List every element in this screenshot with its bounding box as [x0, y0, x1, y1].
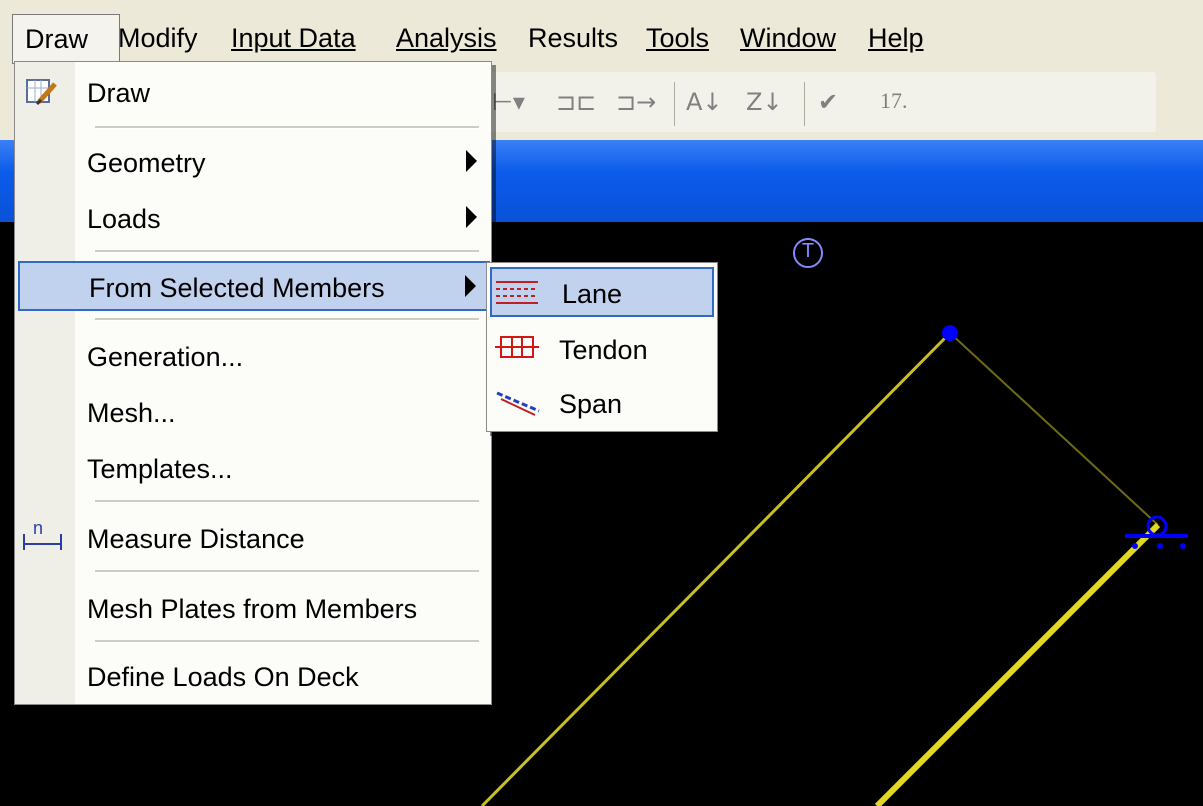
menu-item-templates-label: Templates...: [87, 454, 233, 484]
menu-separator: [95, 500, 479, 503]
menu-draw[interactable]: Draw: [12, 14, 120, 64]
submenu-arrow-icon: [466, 150, 477, 172]
sort-descending-icon[interactable]: Z↓: [746, 88, 783, 116]
menu-item-measure-label: Measure Distance: [87, 524, 305, 554]
toolbar-number: 17.: [880, 88, 908, 113]
check-icon[interactable]: ✔: [818, 88, 838, 116]
menu-analysis[interactable]: Analysis: [396, 14, 497, 62]
submenu-item-span-label: Span: [559, 389, 623, 419]
submenu-arrow-icon: [465, 275, 476, 297]
menu-item-mesh-plates[interactable]: Mesh Plates from Members: [15, 582, 491, 634]
menu-separator: [95, 570, 479, 573]
menu-results[interactable]: Results: [528, 14, 618, 62]
menu-results-label: Results: [528, 23, 619, 53]
menu-item-mesh[interactable]: Mesh...: [15, 386, 491, 438]
tendon-icon: [495, 336, 539, 358]
menu-modify-label: Modify: [118, 23, 198, 53]
menu-separator: [95, 250, 479, 253]
menu-item-geometry[interactable]: Geometry: [15, 136, 491, 188]
menu-draw-label: Draw: [25, 24, 89, 54]
connect-tool-icon[interactable]: ⊐⊏: [556, 88, 596, 116]
menu-item-from-selected-members[interactable]: From Selected Members: [18, 261, 490, 311]
menu-separator: [95, 318, 479, 321]
menu-item-draw[interactable]: Draw: [15, 62, 491, 124]
from-selected-submenu: Lane Tendon Span: [486, 262, 718, 432]
submenu-item-span[interactable]: Span: [487, 377, 717, 429]
menu-item-define-loads-label: Define Loads On Deck: [87, 662, 359, 692]
lane-icon: [496, 281, 538, 304]
menu-tools-label: Tools: [646, 23, 710, 53]
axis-symbol: T: [801, 240, 815, 262]
menu-item-mesh-plates-label: Mesh Plates from Members: [87, 594, 418, 624]
menu-item-loads[interactable]: Loads: [15, 192, 491, 244]
menu-analysis-label: Analysis: [396, 23, 497, 53]
menu-help[interactable]: Help: [868, 14, 924, 62]
menu-item-draw-label: Draw: [87, 78, 151, 108]
menu-item-measure-distance[interactable]: n Measure Distance: [15, 512, 491, 564]
menu-modify[interactable]: Modify: [118, 14, 198, 62]
span-icon: [496, 391, 540, 416]
menu-item-define-loads[interactable]: Define Loads On Deck: [15, 650, 491, 702]
menu-item-loads-label: Loads: [87, 204, 161, 234]
toolbar-separator: [804, 82, 805, 126]
menu-bar: Draw Modify Input Data Analysis Results …: [0, 0, 1203, 70]
submenu-item-lane[interactable]: Lane: [490, 267, 714, 317]
menu-item-mesh-label: Mesh...: [87, 398, 176, 428]
node-top: [942, 325, 958, 341]
menu-input-data-label: Input Data: [231, 23, 356, 53]
draw-menu: Draw Geometry Loads From Selected Member…: [14, 61, 492, 705]
menu-separator: [95, 640, 479, 643]
sort-ascending-icon[interactable]: A↓: [686, 88, 723, 116]
menu-item-geometry-label: Geometry: [87, 148, 206, 178]
menu-separator: [95, 126, 479, 129]
menu-window-label: Window: [740, 23, 837, 53]
menu-tools[interactable]: Tools: [646, 14, 709, 62]
support-icon: [1125, 515, 1188, 549]
submenu-item-tendon[interactable]: Tendon: [487, 323, 717, 375]
submenu-item-lane-label: Lane: [562, 279, 623, 309]
member-top-right: [949, 332, 1159, 526]
menu-item-from-selected-label: From Selected Members: [89, 273, 385, 303]
draw-icon: [26, 79, 57, 106]
measure-icon-label: n: [33, 518, 44, 538]
menu-input-data[interactable]: Input Data: [231, 14, 356, 62]
submenu-arrow-icon: [466, 206, 477, 228]
menu-item-templates[interactable]: Templates...: [15, 442, 491, 494]
menu-help-label: Help: [868, 23, 924, 53]
member-tool-icon[interactable]: ⊢▾: [492, 88, 525, 116]
menu-item-generation-label: Generation...: [87, 342, 244, 372]
member-right: [874, 522, 1161, 806]
submenu-item-tendon-label: Tendon: [559, 335, 648, 365]
menu-item-generation[interactable]: Generation...: [15, 330, 491, 382]
toolbar-separator: [674, 82, 675, 126]
menu-window[interactable]: Window: [740, 14, 836, 62]
split-tool-icon[interactable]: ⊐→: [616, 88, 656, 116]
